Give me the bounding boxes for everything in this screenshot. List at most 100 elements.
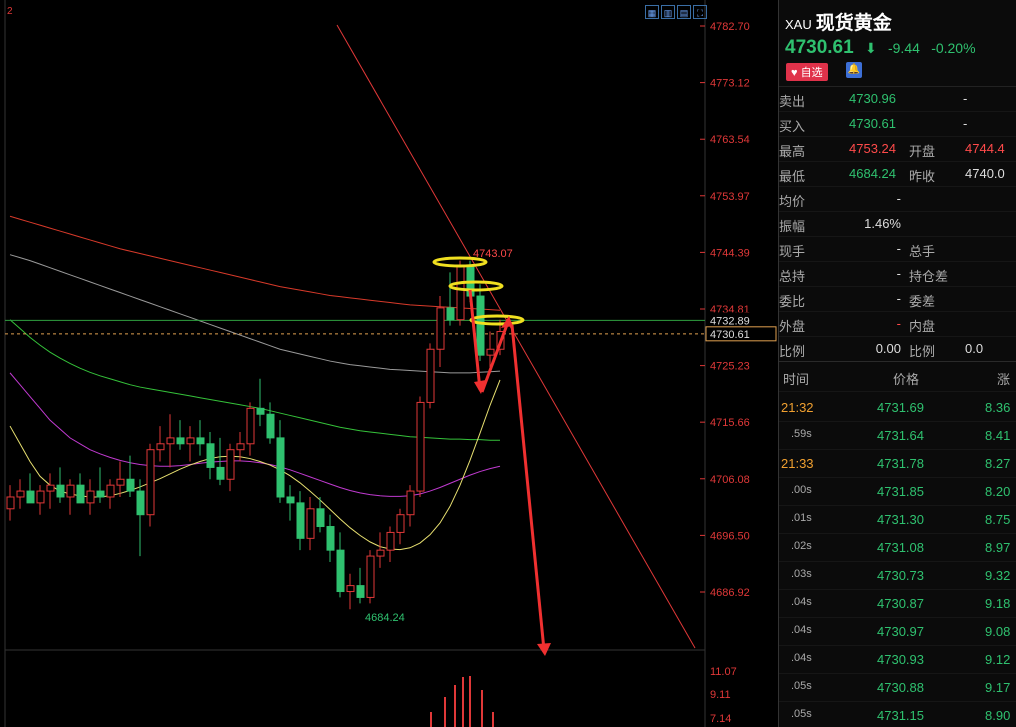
tick-row: .04s 4730.97 9.08 bbox=[779, 617, 1016, 646]
quote-cell: 持仓差 bbox=[909, 269, 949, 284]
candle-body bbox=[16, 490, 25, 498]
tick-cell: 4730.73 bbox=[877, 568, 924, 583]
candle-body bbox=[386, 531, 395, 551]
tick-cell: 4731.08 bbox=[877, 540, 924, 555]
tick-row: .05s 4730.88 9.17 bbox=[779, 673, 1016, 702]
price-axis-label: 4763.54 bbox=[710, 134, 750, 146]
tick-cell: .00s bbox=[791, 484, 812, 496]
candle-body bbox=[246, 407, 255, 445]
quote-cell: - bbox=[896, 316, 901, 331]
tick-cell: 8.20 bbox=[985, 484, 1011, 499]
candle-body bbox=[316, 508, 325, 528]
quote-cell: 比例 bbox=[909, 344, 936, 359]
candle-body bbox=[266, 413, 275, 439]
tick-cell: 4730.97 bbox=[877, 624, 924, 639]
price-axis-label: 4725.23 bbox=[710, 361, 750, 373]
candle-body bbox=[286, 496, 295, 504]
quote-row: 振幅 1.46% bbox=[779, 211, 1016, 237]
candle-body bbox=[56, 484, 65, 498]
candle-body bbox=[256, 407, 265, 415]
quote-cell: 4730.61 bbox=[849, 116, 896, 131]
quote-header: XAU 现货黄金 4730.61 ⬇ -9.44 -0.20% ♥ 自选 🔔 bbox=[779, 0, 1016, 87]
add-favorite-button[interactable]: ♥ 自选 bbox=[786, 63, 828, 81]
quote-cell: 买入 bbox=[779, 119, 806, 134]
price-axis-label: 4715.66 bbox=[710, 417, 750, 429]
alert-bell-icon[interactable]: 🔔 bbox=[846, 62, 862, 78]
quote-row: 卖出 4730.96 - bbox=[779, 86, 1016, 112]
quote-cell: - bbox=[896, 266, 901, 281]
candle-body bbox=[76, 484, 85, 504]
volume-axis-label: 7.14 bbox=[710, 713, 731, 725]
trend-line bbox=[336, 24, 696, 649]
quote-cell: 4730.96 bbox=[849, 91, 896, 106]
tick-header-chg: 涨 bbox=[997, 372, 1011, 387]
quote-cell: 总手 bbox=[909, 244, 936, 259]
price-axis-label: 4782.70 bbox=[710, 21, 750, 33]
quote-cell: 卖出 bbox=[779, 94, 806, 109]
candlestick-chart[interactable]: 24782.704773.124763.544753.974744.394734… bbox=[0, 0, 778, 727]
quote-cell: - bbox=[963, 91, 968, 106]
tick-cell: 4731.64 bbox=[877, 428, 924, 443]
candle-body bbox=[486, 348, 495, 356]
candle-body bbox=[476, 295, 485, 356]
candle-body bbox=[116, 478, 125, 486]
tick-cell: 8.41 bbox=[985, 428, 1011, 443]
grid-icon[interactable]: ▦ bbox=[645, 5, 659, 19]
arrow-up bbox=[480, 321, 510, 393]
candle-body bbox=[346, 585, 355, 593]
candle-body bbox=[106, 484, 115, 498]
corner-label: 2 bbox=[7, 6, 13, 17]
ma-red-line bbox=[9, 215, 501, 311]
last-price: 4730.61 bbox=[785, 37, 854, 58]
quote-row: 现手 - 总手 bbox=[779, 236, 1016, 262]
price-change-pct: -0.20% bbox=[931, 40, 976, 56]
price-axis-label: 4753.97 bbox=[710, 191, 750, 203]
candle-body bbox=[26, 490, 35, 504]
quote-cell: - bbox=[896, 291, 901, 306]
candle-body bbox=[396, 514, 405, 533]
quote-cell: 最高 bbox=[779, 144, 806, 159]
quote-cell: 开盘 bbox=[909, 144, 936, 159]
fullscreen-icon[interactable]: ⛶ bbox=[693, 5, 707, 19]
candle-body bbox=[436, 307, 445, 350]
tick-row: 21:32 4731.69 8.36 bbox=[779, 393, 1016, 422]
tick-header-price: 价格 bbox=[893, 372, 920, 387]
tick-cell: 9.18 bbox=[985, 596, 1011, 611]
tick-cell: 8.97 bbox=[985, 540, 1011, 555]
candle-body bbox=[126, 478, 135, 492]
volume-axis-label: 9.11 bbox=[710, 689, 731, 701]
candle-body bbox=[186, 437, 195, 445]
quote-cell: 最低 bbox=[779, 169, 806, 184]
tick-cell: .05s bbox=[791, 708, 812, 720]
price-axis-label: 4686.92 bbox=[710, 587, 750, 599]
candle-icon[interactable]: ▥ bbox=[661, 5, 675, 19]
quote-row: 总持 - 持仓差 bbox=[779, 261, 1016, 287]
quote-cell: 4684.24 bbox=[849, 166, 896, 181]
tick-cell: .02s bbox=[791, 540, 812, 552]
candle-body bbox=[406, 490, 415, 516]
quote-cell: 委比 bbox=[779, 294, 806, 309]
quote-row: 比例 0.00 比例 0.0 bbox=[779, 336, 1016, 362]
candle-body bbox=[6, 496, 15, 510]
quote-cell: 昨收 bbox=[909, 169, 936, 184]
tick-cell: 4730.88 bbox=[877, 680, 924, 695]
quote-cell: 0.0 bbox=[965, 341, 984, 356]
tick-cell: 9.17 bbox=[985, 680, 1011, 695]
candle-body bbox=[66, 484, 75, 498]
quote-cell: 内盘 bbox=[909, 319, 936, 334]
symbol-code: XAU bbox=[785, 17, 812, 32]
tick-row: .04s 4730.87 9.18 bbox=[779, 589, 1016, 618]
line-icon[interactable]: ▤ bbox=[677, 5, 691, 19]
tick-list-header: 时间 价格 涨 bbox=[779, 363, 1016, 392]
tick-row: .05s 4731.15 8.90 bbox=[779, 701, 1016, 727]
candle-body bbox=[426, 348, 435, 403]
candle-body bbox=[366, 555, 375, 598]
quote-cell: - bbox=[896, 241, 901, 256]
quote-cell: - bbox=[896, 191, 901, 206]
tick-cell: .59s bbox=[791, 428, 812, 440]
candle-body bbox=[306, 508, 315, 539]
low-marker-label: 4684.24 bbox=[365, 612, 405, 624]
candle-body bbox=[46, 484, 55, 492]
tick-cell: 8.90 bbox=[985, 708, 1011, 723]
quote-cell: 外盘 bbox=[779, 319, 806, 334]
